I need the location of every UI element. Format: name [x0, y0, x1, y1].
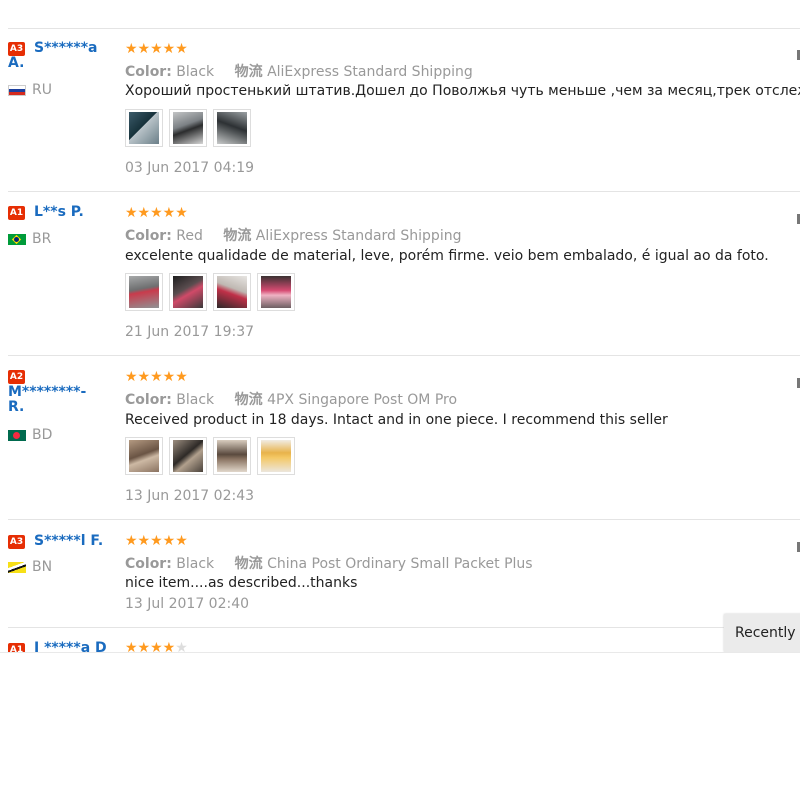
- divider: [8, 519, 800, 520]
- review-photo-thumb[interactable]: [213, 109, 251, 147]
- review-text: excelente qualidade de material, leve, p…: [125, 248, 769, 264]
- review-photo-thumb[interactable]: [257, 273, 295, 311]
- shipping-label: 物流: [234, 64, 263, 80]
- review-photo-thumb[interactable]: [125, 273, 163, 311]
- review-text: Хороший простенький штатив.Дошел до Пово…: [125, 83, 800, 99]
- feedback-list: A3 S******a A. RU ★★★★★ Color: Black 物流 …: [0, 0, 800, 652]
- color-label: Color:: [125, 556, 172, 572]
- order-info: Color: Black 物流 China Post Ordinary Smal…: [125, 553, 533, 573]
- blank-area: [0, 652, 800, 801]
- shipping-value: AliExpress Standard Shipping: [255, 228, 462, 244]
- divider: [8, 355, 800, 356]
- review-item: A1 I *****a D ★★★★★: [8, 629, 800, 652]
- review-photos: [125, 437, 295, 475]
- color-label: Color:: [125, 392, 172, 408]
- review-item: A2 M********- R. BD ★★★★★ Color: Black 物…: [8, 357, 800, 520]
- shipping-value: China Post Ordinary Small Packet Plus: [267, 556, 533, 572]
- color-value: Black: [176, 392, 215, 408]
- shipping-label: 物流: [234, 556, 263, 572]
- review-item: A3 S*****l F. BN ★★★★★ Color: Black 物流 C…: [8, 521, 800, 628]
- shipping-label: 物流: [234, 392, 263, 408]
- buyer-name-link[interactable]: M********- R.: [8, 385, 113, 415]
- review-date: 13 Jun 2017 02:43: [125, 488, 255, 504]
- divider: [8, 627, 800, 628]
- review-item: A3 S******a A. RU ★★★★★ Color: Black 物流 …: [8, 30, 800, 192]
- buyer-level-badge: A2: [8, 370, 25, 384]
- rating-stars: ★★★★★: [125, 369, 188, 385]
- buyer-country: BR: [8, 231, 51, 247]
- recently-viewed-button[interactable]: Recently Viewed: [724, 614, 800, 652]
- flag-br-icon: [8, 233, 26, 245]
- review-photos: [125, 273, 295, 311]
- review-date: 03 Jun 2017 04:19: [125, 160, 255, 176]
- buyer-name-link[interactable]: S*****l F.: [8, 534, 113, 549]
- shipping-value: AliExpress Standard Shipping: [267, 64, 473, 80]
- buyer-name-link[interactable]: L**s P.: [8, 205, 113, 220]
- review-photo-thumb[interactable]: [213, 273, 251, 311]
- review-date: 21 Jun 2017 19:37: [125, 324, 255, 340]
- order-info: Color: Black 物流 AliExpress Standard Ship…: [125, 61, 473, 81]
- color-value: Black: [176, 64, 215, 80]
- buyer-country: BD: [8, 427, 52, 443]
- color-value: Red: [176, 228, 203, 244]
- color-label: Color:: [125, 228, 172, 244]
- flag-bd-icon: [8, 429, 26, 441]
- shipping-value: 4PX Singapore Post OM Pro: [267, 392, 458, 408]
- review-photo-thumb[interactable]: [169, 109, 207, 147]
- review-date: 13 Jul 2017 02:40: [125, 596, 250, 612]
- rating-stars: ★★★★★: [125, 205, 188, 221]
- review-photos: [125, 109, 251, 147]
- buyer-country: BN: [8, 559, 52, 575]
- buyer-name-link[interactable]: S******a A.: [8, 41, 113, 71]
- review-text: Received product in 18 days. Intact and …: [125, 412, 668, 428]
- rating-stars: ★★★★★: [125, 640, 188, 652]
- order-info: Color: Black 物流 4PX Singapore Post OM Pr…: [125, 389, 457, 409]
- review-photo-thumb[interactable]: [213, 437, 251, 475]
- divider: [8, 28, 800, 29]
- review-photo-thumb[interactable]: [125, 109, 163, 147]
- flag-ru-icon: [8, 84, 26, 96]
- review-photo-thumb[interactable]: [169, 273, 207, 311]
- country-code: BD: [32, 427, 53, 443]
- shipping-label: 物流: [223, 228, 252, 244]
- divider: [8, 191, 800, 192]
- review-photo-thumb[interactable]: [125, 437, 163, 475]
- color-value: Black: [176, 556, 215, 572]
- country-code: RU: [32, 82, 52, 98]
- rating-stars: ★★★★★: [125, 41, 188, 57]
- country-code: BR: [32, 231, 52, 247]
- review-text: nice item....as described...thanks: [125, 575, 358, 591]
- rating-stars: ★★★★★: [125, 533, 188, 549]
- country-code: BN: [32, 559, 53, 575]
- order-info: Color: Red 物流 AliExpress Standard Shippi…: [125, 225, 461, 245]
- review-photo-thumb[interactable]: [257, 437, 295, 475]
- review-photo-thumb[interactable]: [169, 437, 207, 475]
- flag-bn-icon: [8, 561, 26, 573]
- buyer-country: RU: [8, 82, 52, 98]
- color-label: Color:: [125, 64, 172, 80]
- review-item: A1 L**s P. BR ★★★★★ Color: Red 物流 AliExp…: [8, 193, 800, 356]
- buyer-name-link[interactable]: I *****a D: [8, 641, 113, 653]
